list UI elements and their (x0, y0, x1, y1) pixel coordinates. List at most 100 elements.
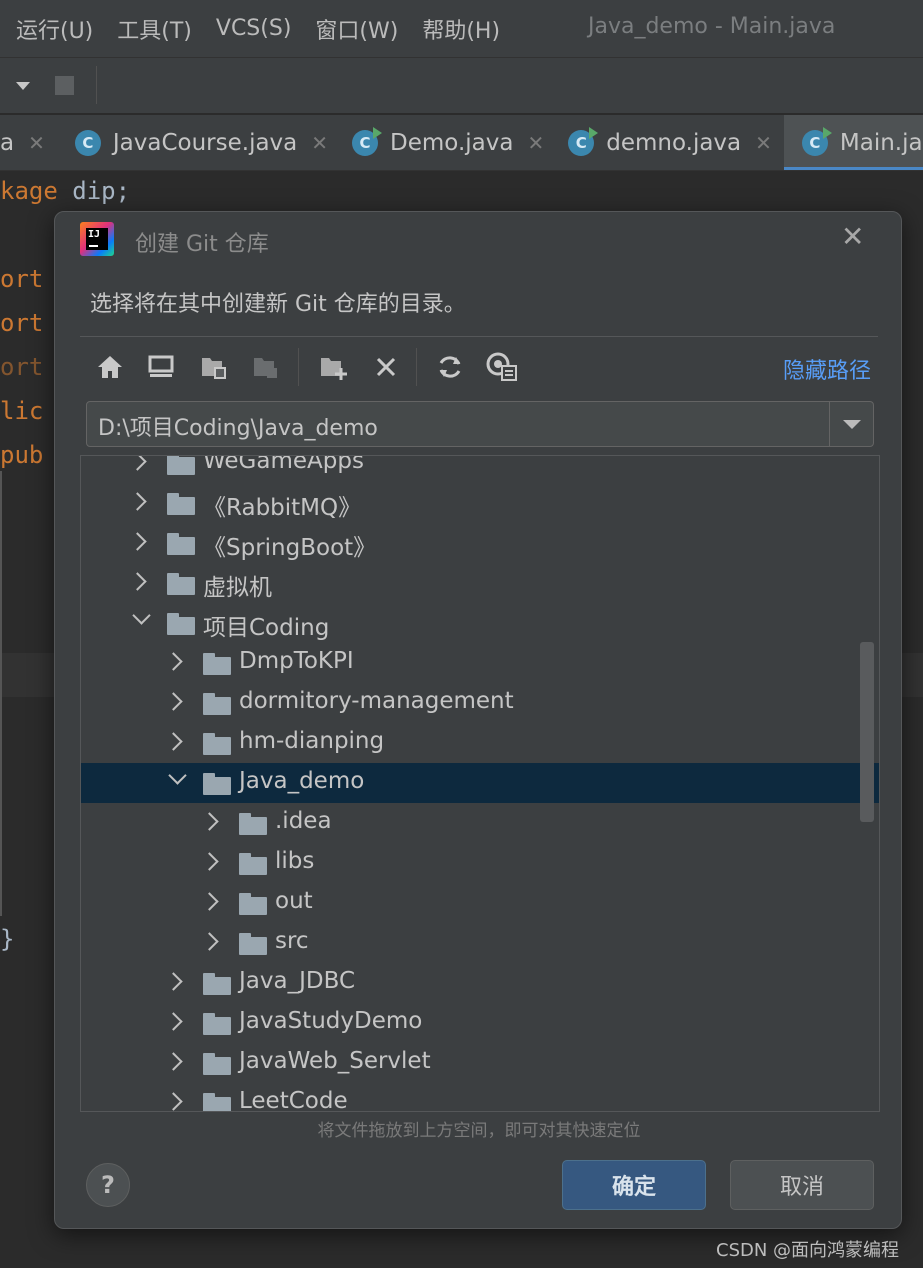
tab-demo[interactable]: C Demo.java ✕ (340, 115, 556, 170)
delete-icon[interactable] (369, 350, 403, 384)
desktop-icon[interactable] (144, 350, 178, 384)
tree-item-label: 《SpringBoot》 (203, 535, 377, 561)
show-hidden-icon[interactable] (485, 350, 519, 384)
menu-tools[interactable]: 工具(T) (117, 13, 192, 45)
tree-row[interactable]: WeGameApps (81, 455, 879, 483)
tree-row[interactable]: 《SpringBoot》 (81, 523, 879, 563)
folder-icon (239, 893, 267, 915)
runnable-class-icon: C (568, 127, 599, 156)
tab-demno[interactable]: C demno.java ✕ (556, 115, 784, 170)
close-icon[interactable]: ✕ (755, 131, 772, 155)
tree-item-label: dormitory-management (239, 688, 514, 714)
cancel-button[interactable]: 取消 (730, 1160, 874, 1210)
tree-row[interactable]: LeetCode (81, 1083, 879, 1111)
folder-icon (239, 853, 267, 875)
module-folder-icon[interactable] (249, 350, 283, 384)
tab-partial[interactable]: a ✕ (0, 115, 57, 170)
project-folder-icon[interactable] (197, 350, 231, 384)
menu-vcs[interactable]: VCS(S) (216, 16, 292, 41)
tree-item-label: WeGameApps (203, 455, 364, 474)
close-icon[interactable]: ✕ (841, 220, 864, 253)
chevron-right-icon[interactable] (164, 1052, 183, 1071)
chevron-right-icon[interactable] (128, 532, 147, 551)
toolbar-separator (298, 348, 299, 386)
code-line: ort (0, 265, 44, 293)
chevron-right-icon[interactable] (200, 932, 219, 951)
tree-row[interactable]: src (81, 923, 879, 963)
class-icon: C (74, 130, 101, 156)
divider (80, 336, 878, 337)
tree-row[interactable]: Java_demo (81, 763, 879, 803)
ok-button[interactable]: 确定 (562, 1160, 706, 1210)
tab-main[interactable]: C Main.java (783, 115, 923, 170)
help-button[interactable]: ? (86, 1163, 130, 1207)
chevron-right-icon[interactable] (200, 812, 219, 831)
tree-item-label: src (275, 928, 309, 954)
folder-icon (203, 733, 231, 755)
folder-icon (203, 773, 231, 795)
tree-row[interactable]: hm-dianping (81, 723, 879, 763)
code-line: kage dip; (0, 177, 131, 205)
chevron-right-icon[interactable] (128, 572, 147, 591)
refresh-icon[interactable] (433, 350, 467, 384)
intellij-logo-icon: IJ (80, 222, 114, 256)
chevron-right-icon[interactable] (164, 732, 183, 751)
tree-item-label: 项目Coding (203, 615, 330, 641)
tree-row[interactable]: dormitory-management (81, 683, 879, 723)
tree-row[interactable]: 《RabbitMQ》 (81, 483, 879, 523)
tree-row[interactable]: libs (81, 843, 879, 883)
tree-row[interactable]: out (81, 883, 879, 923)
tree-row[interactable]: DmpToKPI (81, 643, 879, 683)
dialog-prompt: 选择将在其中创建新 Git 仓库的目录。 (90, 292, 466, 317)
tree-row[interactable]: Java_JDBC (81, 963, 879, 1003)
close-icon[interactable]: ✕ (28, 131, 45, 155)
dialog-title: 创建 Git 仓库 (135, 232, 269, 257)
chevron-right-icon[interactable] (200, 892, 219, 911)
tree-item-label: DmpToKPI (239, 648, 354, 674)
run-config-dropdown-icon[interactable] (16, 82, 30, 90)
menu-run[interactable]: 运行(U) (16, 13, 93, 45)
path-input[interactable]: D:\项目Coding\Java_demo (98, 410, 378, 442)
tree-row[interactable]: JavaStudyDemo (81, 1003, 879, 1043)
tree-scrollbar[interactable] (860, 642, 874, 822)
chevron-down-icon[interactable] (168, 766, 187, 785)
hide-path-link[interactable]: 隐藏路径 (783, 353, 871, 385)
tree-item-label: Java_demo (239, 768, 365, 794)
chevron-right-icon[interactable] (164, 972, 183, 991)
tab-javacourse[interactable]: C JavaCourse.java ✕ (57, 115, 340, 170)
tree-item-label: hm-dianping (239, 728, 385, 754)
tab-label: JavaCourse.java (112, 130, 298, 156)
chevron-right-icon[interactable] (128, 456, 147, 471)
toolbar-separator (96, 66, 97, 104)
close-icon[interactable]: ✕ (311, 131, 328, 155)
directory-tree[interactable]: WeGameApps 《RabbitMQ》《SpringBoot》 虚拟机项目Cod… (80, 455, 880, 1112)
tree-row[interactable]: 项目Coding (81, 603, 879, 643)
chevron-right-icon[interactable] (164, 1012, 183, 1031)
tree-row[interactable]: .idea (81, 803, 879, 843)
folder-icon (239, 933, 267, 955)
new-folder-icon[interactable] (317, 350, 351, 384)
menu-window[interactable]: 窗口(W) (315, 13, 398, 45)
menu-help[interactable]: 帮助(H) (422, 13, 500, 45)
chevron-right-icon[interactable] (164, 652, 183, 671)
tree-item-label: out (275, 888, 313, 914)
close-icon[interactable]: ✕ (527, 131, 544, 155)
tree-item-label: JavaWeb_Servlet (239, 1048, 431, 1074)
chevron-down-icon[interactable] (829, 402, 873, 446)
path-combobox[interactable]: D:\项目Coding\Java_demo (86, 401, 874, 447)
code-line: } (0, 925, 15, 953)
chevron-right-icon[interactable] (164, 692, 183, 711)
tab-label: demno.java (606, 130, 742, 156)
home-icon[interactable] (93, 350, 127, 384)
chevron-right-icon[interactable] (128, 492, 147, 511)
chevron-right-icon[interactable] (164, 1092, 183, 1111)
drag-hint: 将文件拖放到上方空间，即可对其快速定位 (317, 1121, 641, 1141)
tree-row[interactable]: JavaWeb_Servlet (81, 1043, 879, 1083)
tree-row[interactable]: 虚拟机 (81, 563, 879, 603)
chevron-down-icon[interactable] (132, 606, 151, 625)
watermark: CSDN @面向鸿蒙编程 (716, 1240, 900, 1261)
chevron-right-icon[interactable] (200, 852, 219, 871)
folder-icon (167, 533, 195, 555)
editor-tabs: a ✕ C JavaCourse.java ✕ C Demo.java ✕ C … (0, 115, 923, 171)
stop-icon[interactable] (55, 76, 74, 95)
